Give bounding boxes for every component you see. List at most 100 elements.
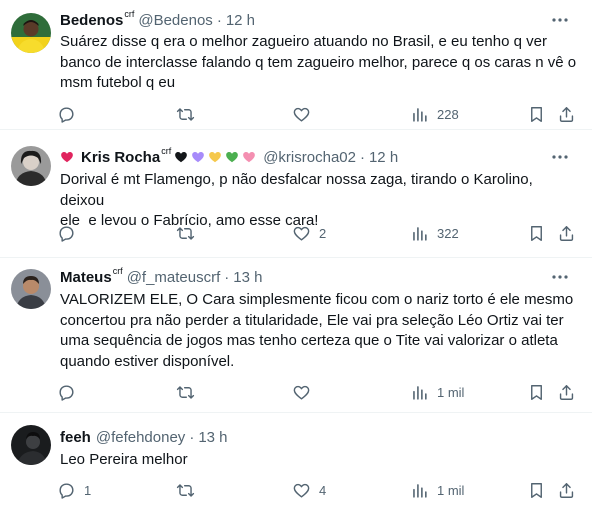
bookmark-icon — [531, 384, 542, 400]
action-bar: 1 4 1 mil — [57, 479, 587, 501]
timestamp[interactable]: 12 h — [226, 12, 255, 29]
green-heart-emoji-icon — [226, 152, 239, 163]
reply-feed: Bedenos crf @Bedenos · 12 h Suárez disse… — [0, 0, 592, 510]
more-options-icon[interactable] — [550, 147, 570, 167]
views-button[interactable]: 228 — [410, 103, 459, 125]
avatar[interactable] — [11, 146, 51, 186]
avatar[interactable] — [11, 425, 51, 465]
bookmark-button[interactable] — [527, 479, 546, 501]
purple-heart-emoji-icon — [192, 152, 205, 163]
action-bar: 228 — [57, 103, 587, 125]
share-button[interactable] — [557, 103, 576, 125]
bar-chart-icon — [413, 385, 427, 400]
bookmark-icon — [531, 106, 542, 122]
display-name[interactable]: feeh — [60, 429, 91, 446]
separator-dot: · — [189, 428, 195, 446]
retweet-icon — [176, 107, 195, 121]
reply-icon — [59, 225, 74, 242]
bookmark-icon — [531, 225, 542, 241]
bookmark-button[interactable] — [527, 103, 546, 125]
retweet-button[interactable] — [176, 222, 203, 244]
name-suffix: crf — [124, 9, 135, 19]
more-options-icon[interactable] — [550, 10, 570, 30]
views-button[interactable]: 322 — [410, 222, 459, 244]
user-handle[interactable]: @krisrocha02 — [263, 149, 356, 166]
bar-chart-icon — [413, 107, 427, 122]
tweet[interactable]: Kris Rocha crf @krisrocha02 · 12 h Doriv… — [0, 130, 592, 258]
avatar[interactable] — [11, 13, 51, 53]
reply-count: 1 — [84, 482, 92, 498]
reply-button[interactable] — [57, 381, 84, 403]
pink-heart-emoji-icon — [243, 152, 256, 163]
view-count: 228 — [437, 106, 459, 122]
retweet-icon — [176, 385, 195, 399]
tweet[interactable]: feeh @fefehdoney · 13 h Leo Pereira melh… — [0, 413, 592, 510]
separator-dot: · — [359, 148, 365, 166]
tweet-header: Kris Rocha crf @krisrocha02 · 12 h — [60, 146, 398, 167]
share-button[interactable] — [557, 479, 576, 501]
timestamp[interactable]: 13 h — [198, 429, 227, 446]
timestamp[interactable]: 13 h — [233, 269, 262, 286]
yellow-heart-emoji-icon — [209, 152, 222, 163]
separator-dot: · — [216, 11, 222, 29]
share-button[interactable] — [557, 381, 576, 403]
views-button[interactable]: 1 mil — [410, 381, 464, 403]
like-button[interactable]: 4 — [292, 479, 326, 501]
views-button[interactable]: 1 mil — [410, 479, 464, 501]
tweet-header: Bedenos crf @Bedenos · 12 h — [60, 9, 255, 30]
tweet[interactable]: Mateus crf @f_mateuscrf · 13 h VALORIZEM… — [0, 258, 592, 413]
view-count: 1 mil — [437, 384, 465, 400]
action-bar: 2 322 — [57, 222, 587, 244]
name-suffix: crf — [161, 146, 172, 156]
heart-icon — [293, 107, 310, 122]
reply-icon — [59, 482, 74, 499]
retweet-button[interactable] — [176, 479, 203, 501]
bar-chart-icon — [413, 226, 427, 241]
share-button[interactable] — [557, 222, 576, 244]
share-icon — [559, 482, 574, 498]
name-suffix: crf — [112, 266, 123, 276]
heart-icon — [293, 226, 310, 241]
display-name[interactable]: Kris Rocha — [81, 149, 160, 166]
retweet-icon — [176, 226, 195, 240]
avatar[interactable] — [11, 269, 51, 309]
like-button[interactable] — [292, 103, 319, 125]
timestamp[interactable]: 12 h — [369, 149, 398, 166]
bookmark-icon — [531, 482, 542, 498]
heart-icon — [293, 385, 310, 400]
share-icon — [559, 384, 574, 400]
display-name[interactable]: Bedenos — [60, 12, 123, 29]
reply-icon — [59, 106, 74, 123]
heart-emoji-icon — [61, 152, 73, 163]
bar-chart-icon — [413, 483, 427, 498]
black-heart-emoji-icon — [175, 152, 188, 163]
reply-button[interactable] — [57, 222, 84, 244]
view-count: 322 — [437, 225, 459, 241]
view-count: 1 mil — [437, 482, 465, 498]
like-button[interactable] — [292, 381, 319, 403]
tweet-text: Leo Pereira melhor — [60, 451, 188, 468]
retweet-button[interactable] — [176, 381, 203, 403]
reply-button[interactable] — [57, 103, 84, 125]
heart-icon — [293, 483, 310, 498]
user-handle[interactable]: @f_mateuscrf — [127, 269, 221, 286]
separator-dot: · — [224, 268, 230, 286]
emoji-prefix — [60, 150, 77, 164]
like-button[interactable]: 2 — [292, 222, 326, 244]
reply-button[interactable]: 1 — [57, 479, 91, 501]
share-icon — [559, 225, 574, 241]
retweet-button[interactable] — [176, 103, 203, 125]
bookmark-button[interactable] — [527, 381, 546, 403]
like-count: 4 — [319, 482, 327, 498]
tweet-header: Mateus crf @f_mateuscrf · 13 h — [60, 266, 262, 287]
more-options-icon[interactable] — [550, 267, 570, 287]
tweet[interactable]: Bedenos crf @Bedenos · 12 h Suárez disse… — [0, 0, 592, 130]
user-handle[interactable]: @Bedenos — [138, 12, 212, 29]
tweet-header: feeh @fefehdoney · 13 h — [60, 427, 228, 447]
like-count: 2 — [319, 225, 327, 241]
reply-icon — [59, 384, 74, 401]
user-handle[interactable]: @fefehdoney — [96, 429, 185, 446]
display-name[interactable]: Mateus — [60, 269, 112, 286]
retweet-icon — [176, 483, 195, 497]
bookmark-button[interactable] — [527, 222, 546, 244]
